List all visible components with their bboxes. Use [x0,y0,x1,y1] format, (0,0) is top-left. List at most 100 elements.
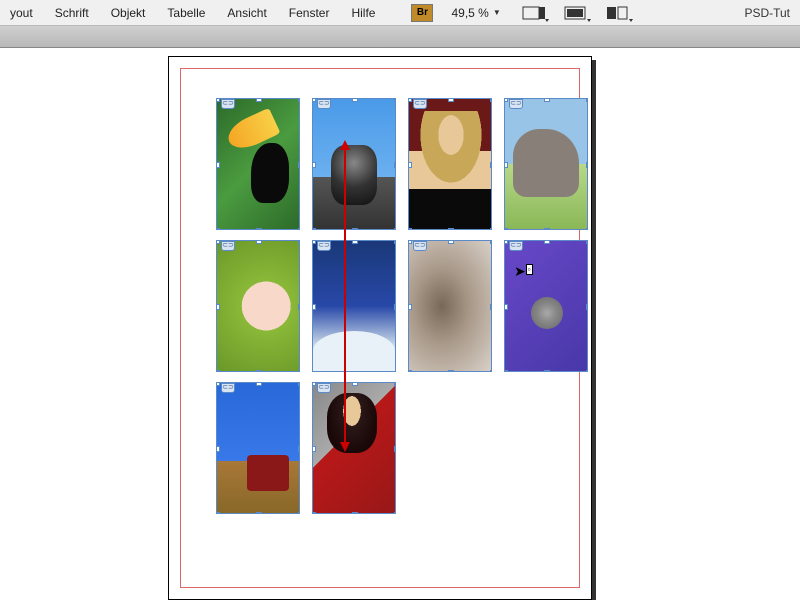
selection-handle[interactable] [448,240,454,244]
selection-handle[interactable] [504,370,508,372]
selection-handle[interactable] [586,304,588,310]
selection-handle[interactable] [490,98,492,102]
image-frame-car[interactable]: ⊂⊃ [312,382,396,514]
selection-handle[interactable] [216,446,220,452]
selection-handle[interactable] [394,228,396,230]
selection-handle[interactable] [256,228,262,230]
menu-fenster[interactable]: Fenster [283,3,336,23]
selection-handle[interactable] [312,512,316,514]
selection-handle[interactable] [298,370,300,372]
workspace-label[interactable]: PSD-Tut [744,6,796,20]
menu-objekt[interactable]: Objekt [105,3,152,23]
menu-schrift[interactable]: Schrift [49,3,95,23]
selection-handle[interactable] [544,98,550,102]
selection-handle[interactable] [504,304,508,310]
selection-handle[interactable] [408,228,412,230]
menu-hilfe[interactable]: Hilfe [345,3,381,23]
selection-handle[interactable] [352,240,358,244]
selection-handle[interactable] [504,98,508,102]
image-frame-drums[interactable]: ⊂⊃ [504,240,588,372]
menu-layout[interactable]: yout [4,3,39,23]
image-frame-motorcycle[interactable]: ⊂⊃ [312,98,396,230]
document-canvas[interactable]: ⊂⊃⊂⊃⊂⊃⊂⊃⊂⊃⊂⊃⊂⊃⊂⊃⊂⊃⊂⊃ ➤▫ [0,48,800,600]
selection-handle[interactable] [408,162,412,168]
selection-handle[interactable] [394,512,396,514]
selection-handle[interactable] [448,98,454,102]
image-frame-animal[interactable]: ⊂⊃ [408,240,492,372]
selection-handle[interactable] [216,228,220,230]
selection-handle[interactable] [312,304,316,310]
selection-handle[interactable] [504,162,508,168]
selection-handle[interactable] [490,304,492,310]
image-frame-elephant[interactable]: ⊂⊃ [504,98,588,230]
selection-handle[interactable] [256,98,262,102]
selection-handle[interactable] [394,304,396,310]
image-frame-tractor[interactable]: ⊂⊃ [216,382,300,514]
selection-handle[interactable] [256,512,262,514]
selection-handle[interactable] [216,304,220,310]
selection-handle[interactable] [408,370,412,372]
selection-handle[interactable] [490,162,492,168]
selection-handle[interactable] [544,370,550,372]
selection-handle[interactable] [394,446,396,452]
selection-handle[interactable] [504,240,508,244]
selection-handle[interactable] [298,162,300,168]
bridge-icon[interactable]: Br [411,4,433,22]
selection-handle[interactable] [312,162,316,168]
selection-handle[interactable] [216,512,220,514]
selection-handle[interactable] [352,512,358,514]
selection-handle[interactable] [312,240,316,244]
selection-handle[interactable] [586,370,588,372]
selection-handle[interactable] [352,382,358,386]
selection-handle[interactable] [408,98,412,102]
selection-handle[interactable] [298,98,300,102]
image-frame-woman[interactable]: ⊂⊃ [408,98,492,230]
menu-ansicht[interactable]: Ansicht [221,3,272,23]
selection-handle[interactable] [394,382,396,386]
selection-handle[interactable] [216,370,220,372]
image-frame-baby[interactable]: ⊂⊃ [216,240,300,372]
selection-handle[interactable] [394,162,396,168]
selection-handle[interactable] [312,370,316,372]
selection-handle[interactable] [586,228,588,230]
selection-handle[interactable] [256,370,262,372]
selection-handle[interactable] [298,446,300,452]
selection-handle[interactable] [544,240,550,244]
selection-handle[interactable] [312,98,316,102]
selection-handle[interactable] [586,240,588,244]
selection-handle[interactable] [490,370,492,372]
selection-handle[interactable] [394,240,396,244]
selection-handle[interactable] [298,382,300,386]
selection-handle[interactable] [394,370,396,372]
selection-handle[interactable] [312,446,316,452]
menu-tabelle[interactable]: Tabelle [161,3,211,23]
selection-handle[interactable] [298,228,300,230]
view-mode-normal-icon[interactable] [519,3,551,23]
selection-handle[interactable] [256,382,262,386]
selection-handle[interactable] [408,240,412,244]
zoom-dropdown[interactable]: 49,5 % ▼ [443,6,508,20]
selection-handle[interactable] [298,240,300,244]
selection-handle[interactable] [216,240,220,244]
selection-handle[interactable] [490,228,492,230]
selection-handle[interactable] [408,304,412,310]
selection-handle[interactable] [504,228,508,230]
selection-handle[interactable] [448,370,454,372]
selection-handle[interactable] [352,228,358,230]
view-mode-bleed-icon[interactable] [603,3,635,23]
view-mode-preview-icon[interactable] [561,3,593,23]
image-frame-winter[interactable]: ⊂⊃ [312,240,396,372]
selection-handle[interactable] [312,228,316,230]
selection-handle[interactable] [298,304,300,310]
selection-handle[interactable] [394,98,396,102]
selection-handle[interactable] [216,162,220,168]
selection-handle[interactable] [298,512,300,514]
selection-handle[interactable] [544,228,550,230]
selection-handle[interactable] [586,162,588,168]
selection-handle[interactable] [448,228,454,230]
selection-handle[interactable] [586,98,588,102]
selection-handle[interactable] [312,382,316,386]
selection-handle[interactable] [490,240,492,244]
selection-handle[interactable] [352,370,358,372]
selection-handle[interactable] [216,382,220,386]
